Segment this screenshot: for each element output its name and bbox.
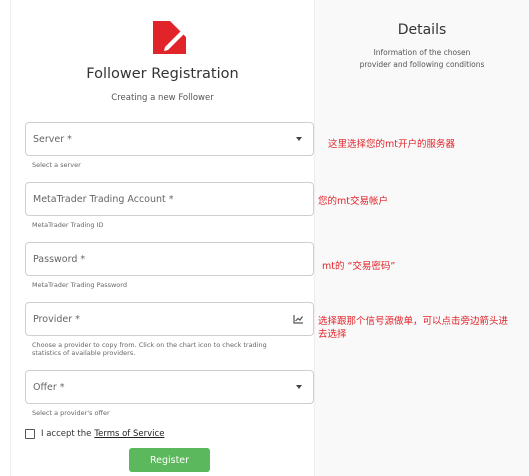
password-helper: MetaTrader Trading Password — [32, 281, 127, 289]
terms-link[interactable]: Terms of Service — [94, 429, 164, 439]
provider-helper-2: statistics of available providers. — [32, 349, 136, 357]
account-placeholder: MetaTrader Trading Account * — [33, 193, 174, 205]
account-helper: MetaTrader Trading ID — [32, 221, 104, 229]
annotation-password: mt的 “交易密码” — [322, 261, 396, 272]
provider-select[interactable]: Provider * — [25, 302, 314, 336]
server-placeholder: Server * — [33, 133, 72, 145]
page: Follower Registration Creating a new Fol… — [0, 0, 529, 476]
password-placeholder: Password * — [33, 253, 86, 265]
register-button[interactable]: Register — [129, 448, 210, 472]
details-text-line1: Information of the chosen — [373, 48, 471, 57]
details-title: Details — [397, 22, 447, 38]
terms-checkbox[interactable] — [25, 429, 35, 439]
provider-placeholder: Provider * — [33, 313, 80, 325]
chevron-down-icon — [296, 137, 302, 141]
annotation-provider-2: 去选择 — [318, 329, 347, 340]
password-input[interactable]: Password * — [25, 242, 314, 276]
account-input[interactable]: MetaTrader Trading Account * — [25, 182, 314, 216]
terms-prefix: I accept the — [41, 429, 92, 439]
brand-logo-icon — [153, 21, 186, 54]
chart-icon[interactable] — [293, 314, 304, 324]
details-panel — [315, 0, 529, 476]
details-text: Information of the chosen provider and f… — [335, 47, 509, 71]
offer-placeholder: Offer * — [33, 381, 65, 393]
page-title: Follower Registration — [86, 66, 239, 82]
offer-select[interactable]: Offer * — [25, 370, 314, 404]
details-text-line2: provider and following conditions — [359, 60, 485, 69]
provider-helper-1: Choose a provider to copy from. Click on… — [32, 341, 267, 349]
server-select[interactable]: Server * — [25, 122, 314, 156]
offer-helper: Select a provider's offer — [32, 409, 110, 417]
annotation-account: 您的mt交易帐户 — [318, 196, 388, 207]
page-subtitle: Creating a new Follower — [111, 93, 214, 103]
annotation-provider-1: 选择跟那个信号源做单，可以点击旁边箭头进 — [318, 316, 509, 327]
annotation-server: 这里选择您的mt开户的服务器 — [328, 139, 455, 150]
chevron-down-icon — [296, 385, 302, 389]
server-helper: Select a server — [32, 161, 81, 169]
terms-row: I accept the Terms of Service — [25, 429, 164, 439]
